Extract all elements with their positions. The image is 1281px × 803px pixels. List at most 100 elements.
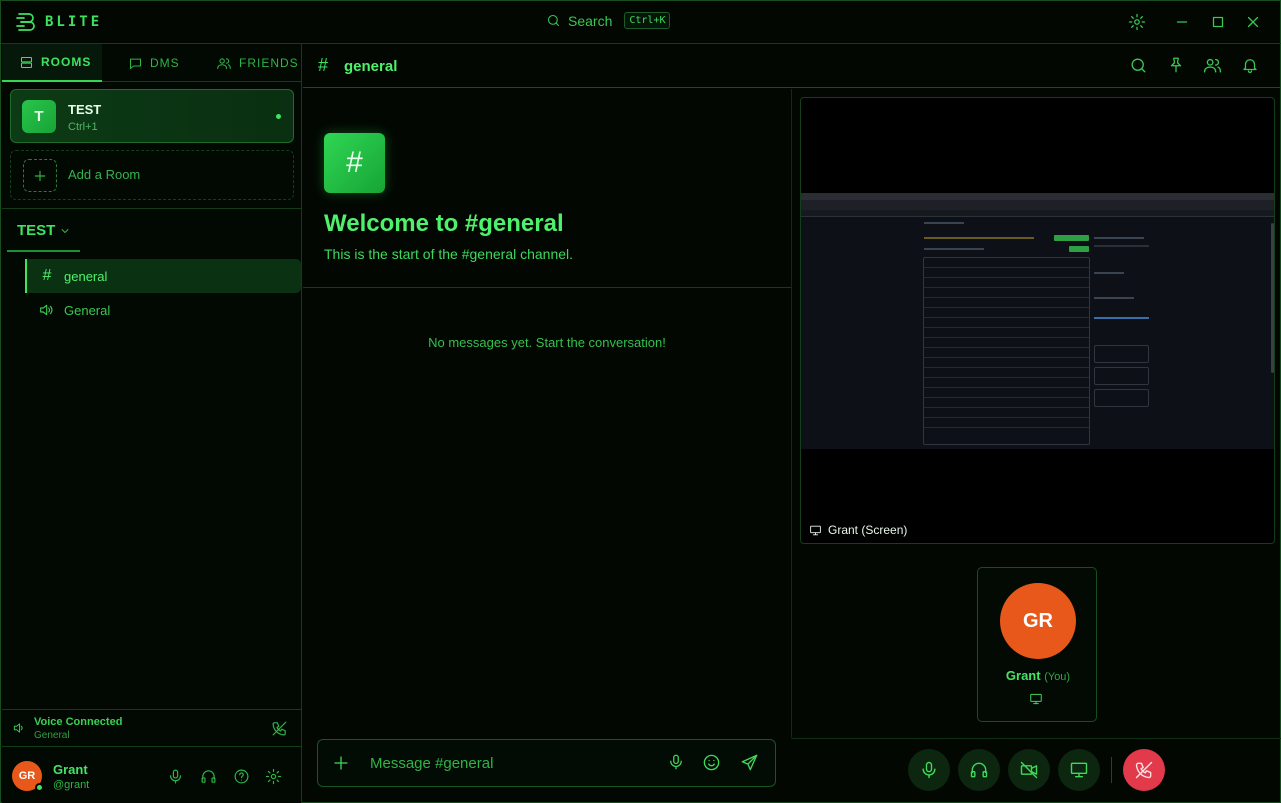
members-icon[interactable] bbox=[1203, 56, 1223, 76]
shared-text-line bbox=[924, 248, 984, 250]
close-icon[interactable] bbox=[1244, 13, 1264, 33]
shared-bookmarks bbox=[801, 210, 1274, 217]
room-dropdown[interactable]: TEST bbox=[17, 222, 71, 239]
shared-row bbox=[924, 267, 1089, 268]
controls-divider bbox=[791, 738, 1281, 739]
user-panel: GR Grant @grant bbox=[2, 747, 302, 803]
online-status-dot bbox=[35, 783, 44, 792]
user-name: Grant bbox=[53, 762, 88, 777]
headphones-icon[interactable] bbox=[200, 768, 218, 786]
shared-browser-tabs bbox=[801, 193, 1274, 200]
shared-text-line bbox=[1094, 272, 1124, 274]
chevron-down-icon bbox=[59, 225, 71, 237]
panel-divider bbox=[791, 89, 792, 737]
channel-item-general-voice[interactable]: General bbox=[25, 293, 301, 327]
app-window: BLITE Search Ctrl+K ROOMS DMS FRIENDS T … bbox=[0, 0, 1281, 803]
send-icon[interactable] bbox=[740, 753, 760, 773]
shared-row bbox=[924, 367, 1089, 368]
shared-row bbox=[924, 377, 1089, 378]
settings-gear-icon[interactable] bbox=[1128, 13, 1148, 33]
shared-screen-preview bbox=[801, 193, 1274, 449]
end-call-icon bbox=[1134, 760, 1154, 780]
disconnect-call-icon[interactable] bbox=[271, 720, 288, 737]
shared-row bbox=[924, 297, 1089, 298]
attach-plus-icon[interactable] bbox=[332, 754, 350, 772]
shared-card bbox=[1094, 345, 1149, 363]
channel-welcome-icon: # bbox=[324, 133, 385, 193]
sidebar: ROOMS DMS FRIENDS T TEST Ctrl+1 Add a Ro… bbox=[2, 44, 302, 803]
room-online-dot bbox=[276, 114, 281, 119]
pin-icon[interactable] bbox=[1167, 56, 1187, 76]
shared-text-line bbox=[924, 222, 964, 224]
camera-off-icon bbox=[1019, 760, 1039, 780]
channel-name: general bbox=[64, 268, 108, 284]
screen-share-button[interactable] bbox=[1058, 749, 1100, 791]
title-bar: BLITE Search Ctrl+K bbox=[1, 1, 1281, 44]
logo-icon bbox=[15, 10, 39, 34]
maximize-icon[interactable] bbox=[1209, 13, 1229, 33]
room-heading-label: TEST bbox=[17, 222, 56, 239]
shared-text-line bbox=[1094, 237, 1144, 239]
participant-tile[interactable]: GR Grant (You) bbox=[977, 567, 1097, 722]
chat-area: # Welcome to #general This is the start … bbox=[303, 89, 791, 737]
shared-language-bar bbox=[1094, 317, 1149, 319]
minimize-icon[interactable] bbox=[1173, 13, 1193, 33]
headphones-icon bbox=[969, 760, 989, 780]
screen-share-tile[interactable]: Grant (Screen) bbox=[800, 97, 1275, 544]
room-item-test[interactable]: T TEST Ctrl+1 bbox=[10, 89, 294, 143]
bell-icon[interactable] bbox=[1241, 56, 1261, 76]
emoji-icon[interactable] bbox=[702, 753, 722, 773]
tab-dms[interactable]: DMS bbox=[128, 44, 180, 82]
participant-name: Grant bbox=[1005, 668, 1041, 683]
shared-address-bar bbox=[801, 200, 1274, 210]
shared-row bbox=[924, 327, 1089, 328]
divider bbox=[303, 287, 791, 288]
brand: BLITE bbox=[15, 10, 102, 34]
search-label: Search bbox=[568, 12, 613, 29]
channel-item-general-text[interactable]: # general bbox=[25, 259, 301, 293]
microphone-icon[interactable] bbox=[667, 753, 687, 773]
hash-icon: # bbox=[42, 267, 52, 284]
room-shortcut: Ctrl+1 bbox=[68, 121, 98, 133]
shared-row bbox=[924, 407, 1089, 408]
message-composer: Message #general bbox=[317, 739, 776, 787]
shared-text-line bbox=[1094, 297, 1134, 299]
monitor-icon bbox=[1069, 760, 1089, 780]
shared-row bbox=[924, 427, 1089, 428]
room-heading-underline bbox=[7, 250, 80, 252]
tab-friends[interactable]: FRIENDS bbox=[216, 44, 299, 82]
shared-green-button bbox=[1069, 246, 1089, 252]
sidebar-tabs: ROOMS DMS FRIENDS bbox=[2, 44, 302, 82]
room-avatar: T bbox=[22, 100, 56, 133]
friends-icon bbox=[216, 56, 232, 71]
message-input[interactable]: Message #general bbox=[370, 755, 493, 772]
channel-header: # general bbox=[303, 44, 1281, 88]
app-name: BLITE bbox=[45, 14, 103, 30]
search-icon[interactable] bbox=[1129, 56, 1149, 76]
add-room-button[interactable]: Add a Room bbox=[10, 150, 294, 200]
tab-label: ROOMS bbox=[41, 55, 92, 69]
global-search-button[interactable]: Search Ctrl+K bbox=[546, 12, 671, 29]
channel-name: General bbox=[64, 302, 111, 318]
toggle-camera-button[interactable] bbox=[1008, 749, 1050, 791]
speaker-icon bbox=[38, 302, 54, 318]
add-room-label: Add a Room bbox=[68, 167, 141, 182]
microphone-icon[interactable] bbox=[167, 768, 185, 786]
rooms-icon bbox=[19, 55, 34, 70]
avatar: GR bbox=[1000, 583, 1076, 659]
gear-icon[interactable] bbox=[265, 768, 283, 786]
shared-row bbox=[924, 317, 1089, 318]
help-icon[interactable] bbox=[233, 768, 251, 786]
voice-connected-title: Voice Connected bbox=[34, 716, 123, 728]
shared-banner bbox=[924, 237, 1034, 239]
welcome-subtitle: This is the start of the #general channe… bbox=[324, 246, 574, 262]
shared-scrollbar bbox=[1271, 223, 1274, 373]
shared-row bbox=[924, 287, 1089, 288]
deafen-button[interactable] bbox=[958, 749, 1000, 791]
mute-microphone-button[interactable] bbox=[908, 749, 950, 791]
microphone-icon bbox=[919, 760, 939, 780]
tab-rooms[interactable]: ROOMS bbox=[2, 44, 102, 82]
shared-row bbox=[924, 277, 1089, 278]
divider bbox=[2, 208, 302, 209]
end-call-button[interactable] bbox=[1123, 749, 1165, 791]
